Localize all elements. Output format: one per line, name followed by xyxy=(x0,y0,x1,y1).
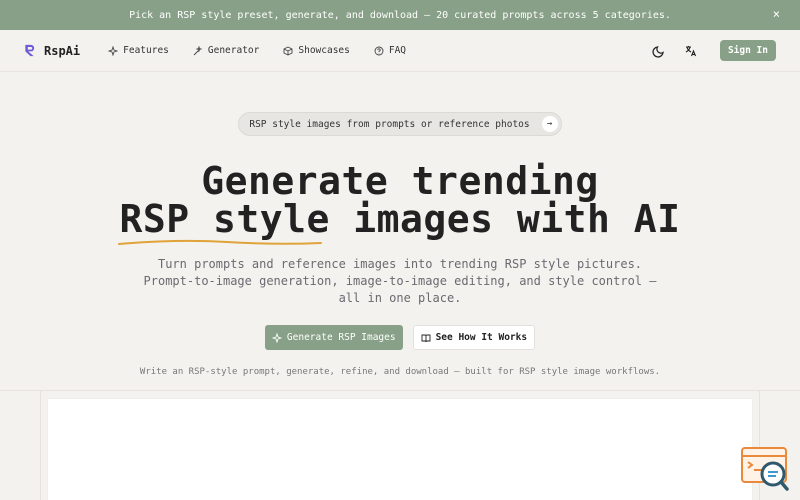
nav-features-label: Features xyxy=(123,45,169,56)
nav-faq-label: FAQ xyxy=(388,45,407,56)
close-icon[interactable]: × xyxy=(773,7,780,21)
headline-line-2: RSP style images with AI xyxy=(0,197,800,245)
see-how-it-works-button[interactable]: See How It Works xyxy=(412,325,536,350)
nav-generator[interactable]: Generator xyxy=(193,45,259,56)
logo-icon xyxy=(25,44,35,57)
underline-squiggle xyxy=(118,239,323,245)
headline-accent-text: RSP style xyxy=(119,197,330,241)
hero-section: RSP style images from prompts or referen… xyxy=(0,72,800,377)
sparkles-icon xyxy=(108,45,119,56)
sign-in-button[interactable]: Sign In xyxy=(719,40,776,61)
nav-showcases[interactable]: Showcases xyxy=(283,45,350,56)
headline-accent: RSP style xyxy=(118,197,330,245)
hero-note: Write an RSP-style prompt, generate, ref… xyxy=(139,367,661,377)
book-icon xyxy=(421,334,431,342)
headline-rest: images with AI xyxy=(329,197,681,241)
generator-panel xyxy=(48,399,752,500)
announcement-banner: Pick an RSP style preset, generate, and … xyxy=(0,0,800,30)
nav-generator-label: Generator xyxy=(207,45,260,56)
generator-section xyxy=(0,390,800,500)
hero-headline: Generate trending RSP style images with … xyxy=(0,159,800,245)
arrow-right-icon: → xyxy=(541,116,558,132)
top-nav: RspAi Features Generator Showcases FAQ S… xyxy=(0,30,800,72)
hero-pill[interactable]: RSP style images from prompts or referen… xyxy=(238,112,562,136)
headline-line-1: Generate trending xyxy=(201,159,599,203)
nav-showcases-label: Showcases xyxy=(298,45,350,56)
hero-pill-text: RSP style images from prompts or referen… xyxy=(249,118,530,130)
brand[interactable]: RspAi xyxy=(24,44,80,58)
generate-label: Generate RSP Images xyxy=(286,332,396,343)
support-widget-icon[interactable] xyxy=(740,446,790,492)
nav-faq[interactable]: FAQ xyxy=(374,45,406,56)
generate-rsp-images-button[interactable]: Generate RSP Images xyxy=(264,325,403,350)
wand-icon xyxy=(193,45,203,55)
help-circle-icon xyxy=(374,46,384,55)
nav-features[interactable]: Features xyxy=(108,45,169,56)
theme-toggle-button[interactable] xyxy=(648,40,670,62)
cta-group: Generate RSP Images See How It Works xyxy=(0,325,800,350)
brand-name: RspAi xyxy=(44,43,81,58)
translate-icon xyxy=(685,45,696,56)
cube-icon xyxy=(283,45,293,56)
language-button[interactable] xyxy=(680,40,702,62)
hero-subtitle: Turn prompts and reference images into t… xyxy=(143,257,657,305)
banner-text: Pick an RSP style preset, generate, and … xyxy=(129,9,671,21)
sparkles-icon xyxy=(271,332,282,343)
moon-icon xyxy=(652,45,664,58)
see-how-label: See How It Works xyxy=(435,332,528,343)
